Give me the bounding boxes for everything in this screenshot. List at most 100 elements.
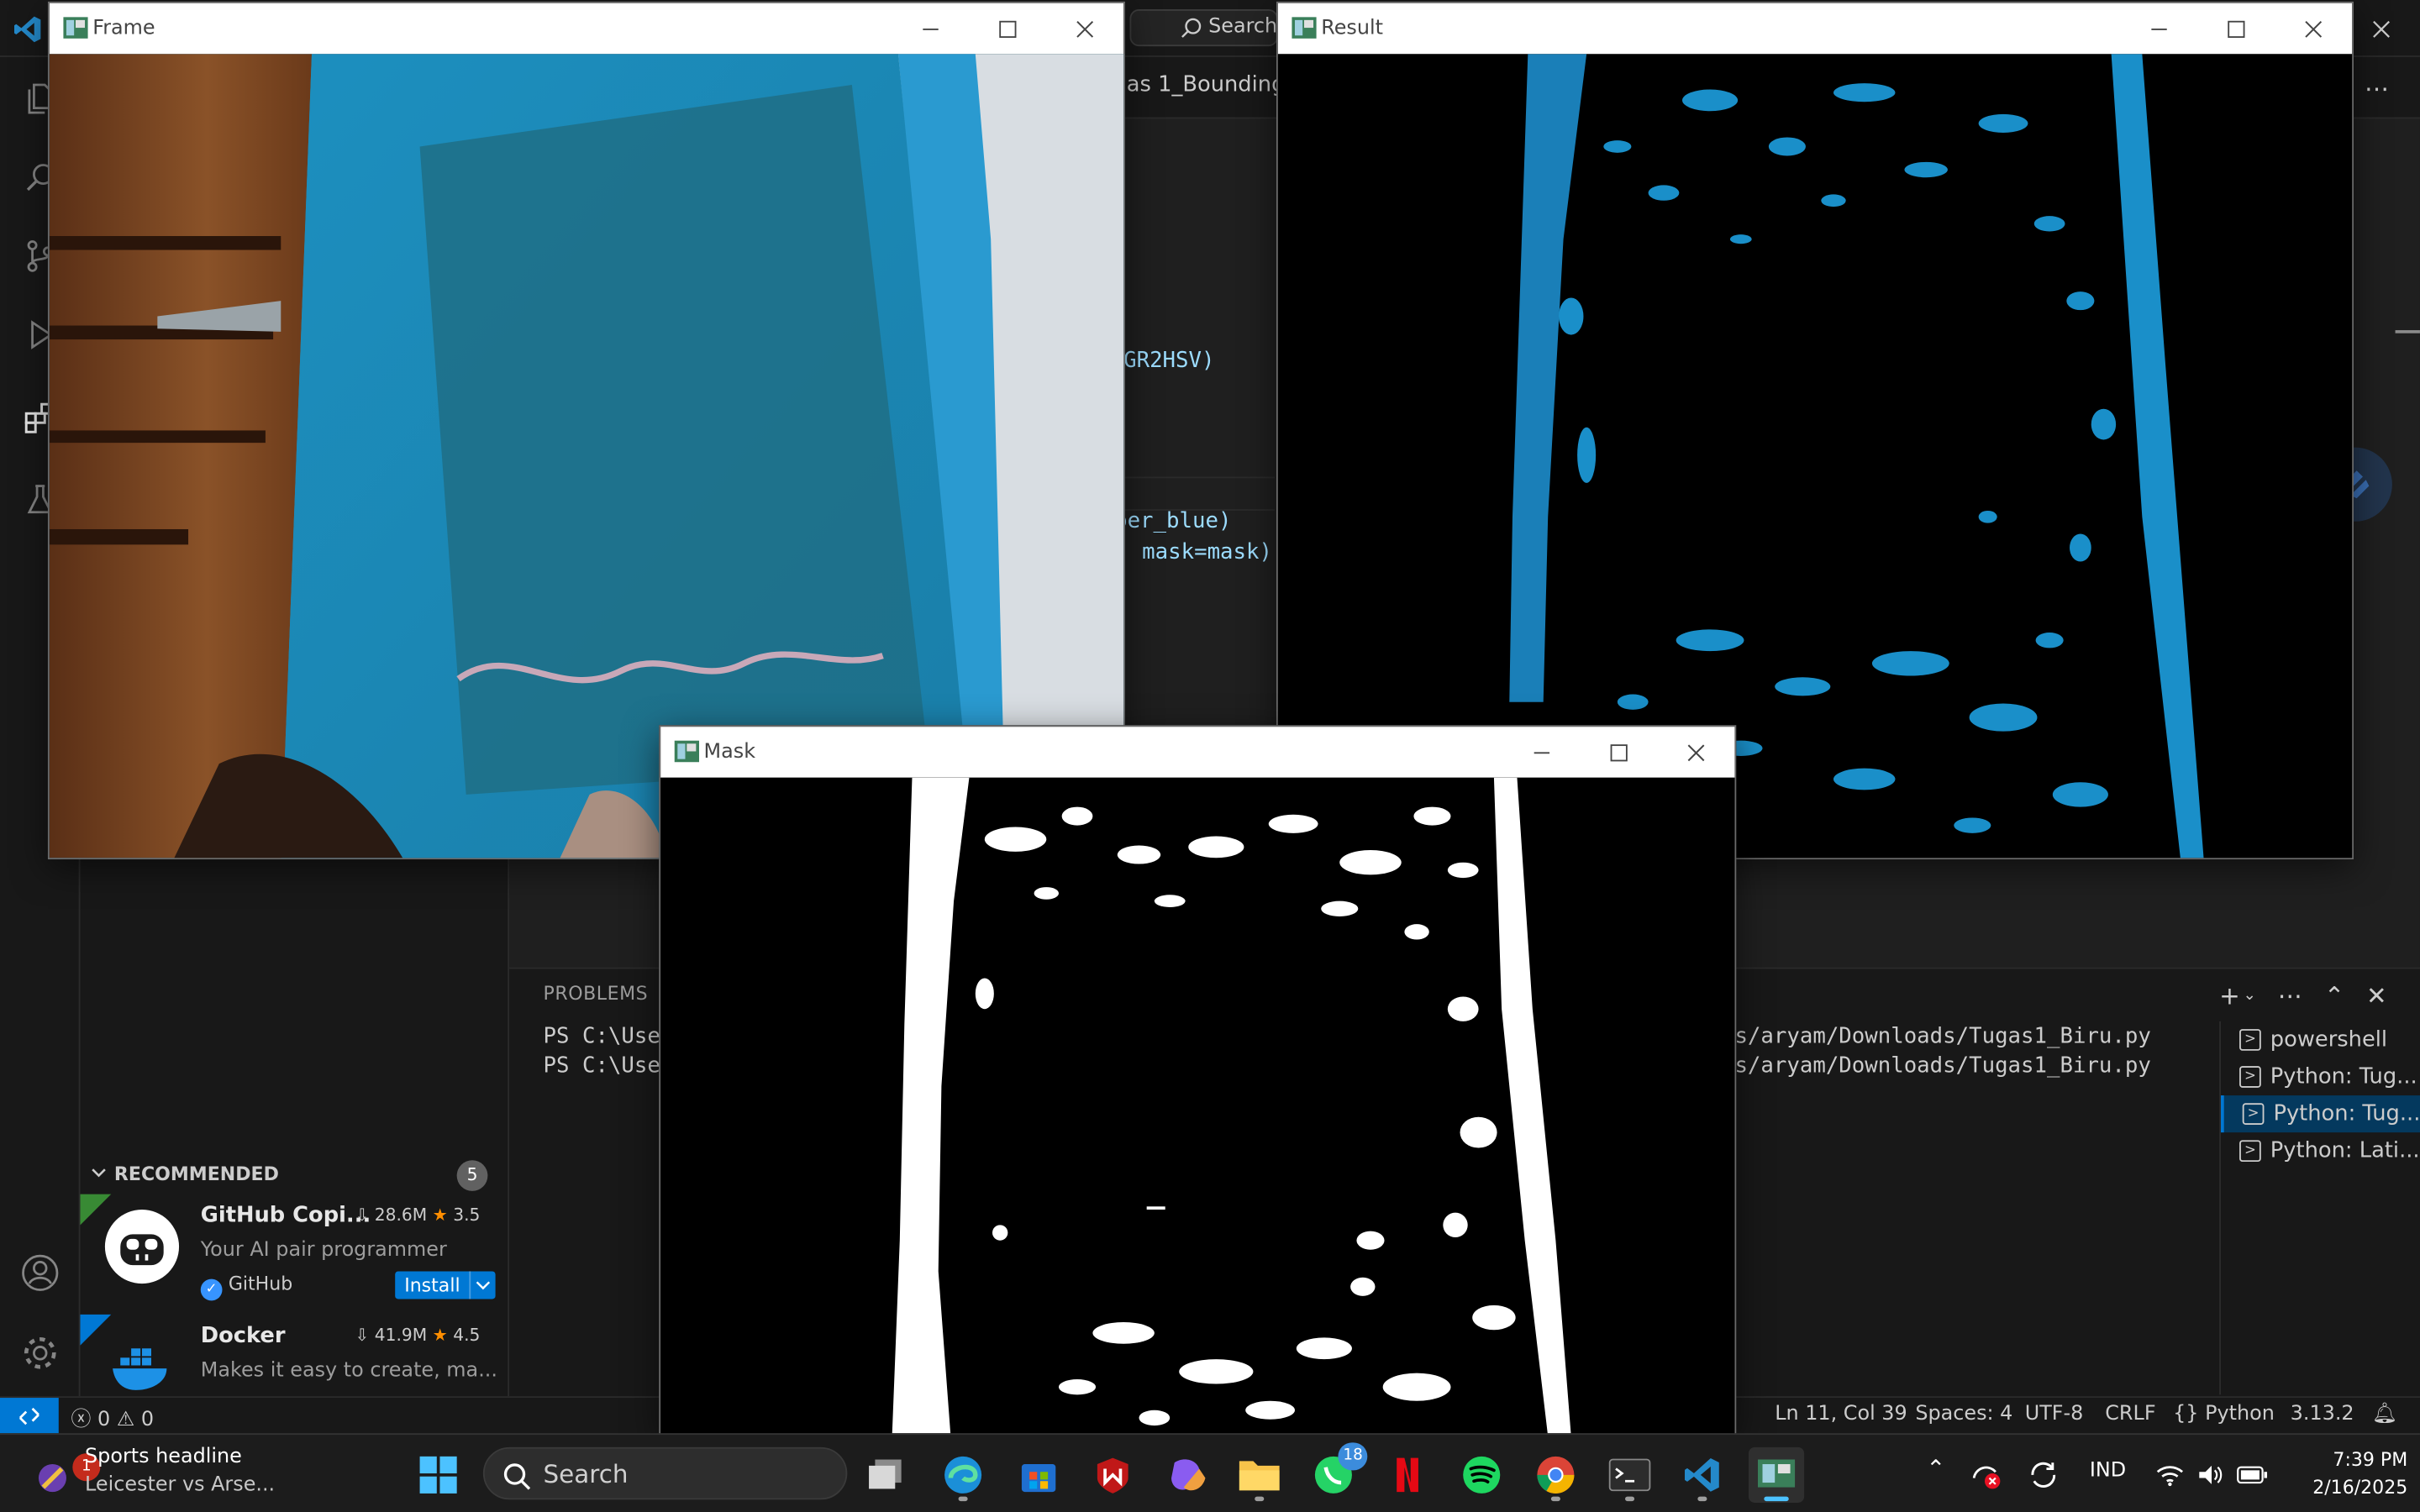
minimize-icon <box>1534 751 1550 753</box>
maximize-icon <box>999 19 1017 38</box>
scrollbar-marker <box>2395 330 2420 333</box>
battery-icon <box>2237 1466 2268 1484</box>
new-terminal-plus-icon[interactable]: + <box>2219 980 2240 1010</box>
indentation[interactable]: Spaces: 4 <box>1915 1403 2012 1426</box>
netflix-icon[interactable] <box>1380 1447 1435 1503</box>
terminal-line: s/aryam/Downloads/Tugas1_Biru.py <box>1734 1053 2151 1079</box>
rating: 4.5 <box>453 1325 481 1346</box>
whatsapp-badge: 18 <box>1338 1442 1368 1471</box>
terminal-item[interactable]: > Python: Tug... <box>2221 1058 2420 1095</box>
news-widget-icon[interactable]: 1 <box>24 1447 101 1503</box>
python-version[interactable]: 3.13.2 <box>2291 1403 2354 1426</box>
close-button[interactable] <box>1046 3 1123 55</box>
close-panel-icon[interactable]: ✕ <box>2366 980 2387 1010</box>
account-icon[interactable] <box>17 1250 63 1296</box>
more-actions-icon[interactable]: ⋯ <box>2278 980 2302 1010</box>
maximize-button[interactable] <box>1581 727 1658 778</box>
remote-indicator-button[interactable] <box>0 1398 59 1434</box>
terminal-icon[interactable] <box>1602 1447 1657 1503</box>
download-count: 28.6M <box>374 1205 428 1226</box>
window-app-icon <box>1292 17 1317 39</box>
vscode-logo-icon <box>13 16 41 43</box>
mcafee-icon[interactable] <box>1085 1447 1140 1503</box>
close-button[interactable] <box>1658 727 1735 778</box>
quick-settings[interactable] <box>2150 1447 2274 1503</box>
whatsapp-icon[interactable]: 18 <box>1306 1442 1368 1503</box>
install-dropdown-chevron-icon[interactable] <box>471 1271 495 1299</box>
terminal-item-active[interactable]: > Python: Tug... <box>2221 1095 2420 1133</box>
manage-gear-icon[interactable] <box>17 1330 63 1376</box>
line-ending[interactable]: CRLF <box>2105 1403 2155 1426</box>
maximize-button[interactable] <box>2197 3 2275 55</box>
desktop: Search RECOMMENDED 5 GitHub Copi... ⇩ 28… <box>0 0 2420 1512</box>
minimize-button[interactable] <box>1503 727 1581 778</box>
taskbar-search-placeholder: Search <box>543 1459 629 1489</box>
minimize-button[interactable] <box>892 3 970 55</box>
network-error-tray-icon[interactable] <box>1963 1447 2009 1503</box>
file-explorer-icon[interactable] <box>1232 1447 1287 1503</box>
extension-description: Your AI pair programmer <box>200 1238 447 1263</box>
extension-description: Makes it easy to create, ma... <box>200 1359 497 1383</box>
encoding[interactable]: UTF-8 <box>2025 1403 2084 1426</box>
notifications-bell-icon[interactable]: 🔔︎ <box>2372 1403 2397 1426</box>
panel-actions: + ⌄ ⋯ ⌃ ✕ <box>2219 977 2404 1014</box>
cursor-position[interactable]: Ln 11, Col 39 <box>1775 1403 1907 1426</box>
terminal-item[interactable]: > powershell <box>2221 1021 2420 1058</box>
extension-publisher: ✓ GitHub <box>200 1273 293 1301</box>
problems-status[interactable]: ⓧ 0 ⚠ 0 <box>71 1403 154 1432</box>
terminal-item[interactable]: > Python: Lati... <box>2221 1132 2420 1169</box>
publisher-name: GitHub <box>228 1273 293 1294</box>
command-center-search[interactable]: Search <box>1129 9 1278 47</box>
vscode-taskbar-icon[interactable] <box>1675 1447 1730 1503</box>
code-line: per_blue) <box>1114 509 1232 534</box>
news-subtitle[interactable]: Leicester vs Arse... <box>85 1473 275 1497</box>
input-language[interactable]: IND <box>2090 1460 2126 1483</box>
copilot-icon[interactable] <box>1159 1447 1214 1503</box>
close-button[interactable] <box>2275 3 2352 55</box>
star-icon: ★ <box>432 1325 448 1346</box>
sync-tray-icon[interactable] <box>2020 1447 2066 1503</box>
taskbar-search[interactable]: Search <box>482 1446 848 1500</box>
python-app-taskbar-icon[interactable] <box>1748 1446 1805 1503</box>
tab-problems[interactable]: PROBLEMS <box>544 983 649 1005</box>
docker-logo-icon <box>105 1330 179 1404</box>
extension-stats: ⇩ 28.6M ★ 3.5 <box>355 1205 480 1225</box>
edge-browser-icon[interactable] <box>935 1447 991 1503</box>
install-button[interactable]: Install <box>395 1271 496 1299</box>
terminal-icon: > <box>2242 1103 2265 1125</box>
minimize-button[interactable] <box>2121 3 2198 55</box>
maximize-panel-chevron-up-icon[interactable]: ⌃ <box>2324 980 2345 1010</box>
braces-icon: {} <box>2173 1402 2199 1426</box>
frame-title-bar: Frame <box>49 3 1124 55</box>
news-title[interactable]: Sports headline <box>85 1446 242 1469</box>
terminal-icon: > <box>2239 1140 2261 1163</box>
language-mode[interactable]: {} Python <box>2173 1403 2275 1426</box>
wifi-icon <box>2156 1466 2184 1487</box>
recommended-ribbon <box>80 1194 112 1226</box>
windows-taskbar: 1 Sports headline Leicester vs Arse... S… <box>0 1433 2420 1512</box>
terminal-icon: > <box>2239 1066 2261 1088</box>
recommended-section-header[interactable]: RECOMMENDED 5 <box>81 1158 510 1192</box>
more-actions-icon[interactable]: ⋯ <box>2365 74 2389 103</box>
mask-image <box>660 777 1735 1434</box>
terminal-line: PS C:\Use <box>543 1053 660 1079</box>
extension-stats: ⇩ 41.9M ★ 4.5 <box>355 1326 480 1346</box>
microsoft-store-icon[interactable] <box>1011 1447 1066 1503</box>
clock-date: 2/16/2025 <box>2312 1476 2408 1499</box>
spotify-icon[interactable] <box>1454 1447 1509 1503</box>
clock-time: 7:39 PM <box>2333 1448 2408 1471</box>
window-app-icon <box>63 17 88 39</box>
running-indicator <box>1550 1496 1560 1502</box>
terminal-dropdown-chevron-icon[interactable]: ⌄ <box>2243 987 2255 1004</box>
task-view-icon[interactable] <box>858 1447 913 1503</box>
show-hidden-icons-chevron-icon[interactable]: ⌃ <box>1926 1455 1945 1483</box>
maximize-button[interactable] <box>969 3 1046 55</box>
active-indicator <box>1764 1496 1789 1502</box>
mask-title-bar: Mask <box>660 727 1735 778</box>
vscode-close-button[interactable] <box>2343 0 2420 57</box>
chrome-icon[interactable] <box>1528 1447 1583 1503</box>
clock[interactable]: 7:39 PM 2/16/2025 <box>2284 1446 2407 1501</box>
start-windows-icon[interactable] <box>411 1447 466 1503</box>
extension-item-github-copilot[interactable]: GitHub Copi... ⇩ 28.6M ★ 3.5 Your AI pai… <box>80 1194 510 1309</box>
close-icon <box>1076 20 1094 37</box>
